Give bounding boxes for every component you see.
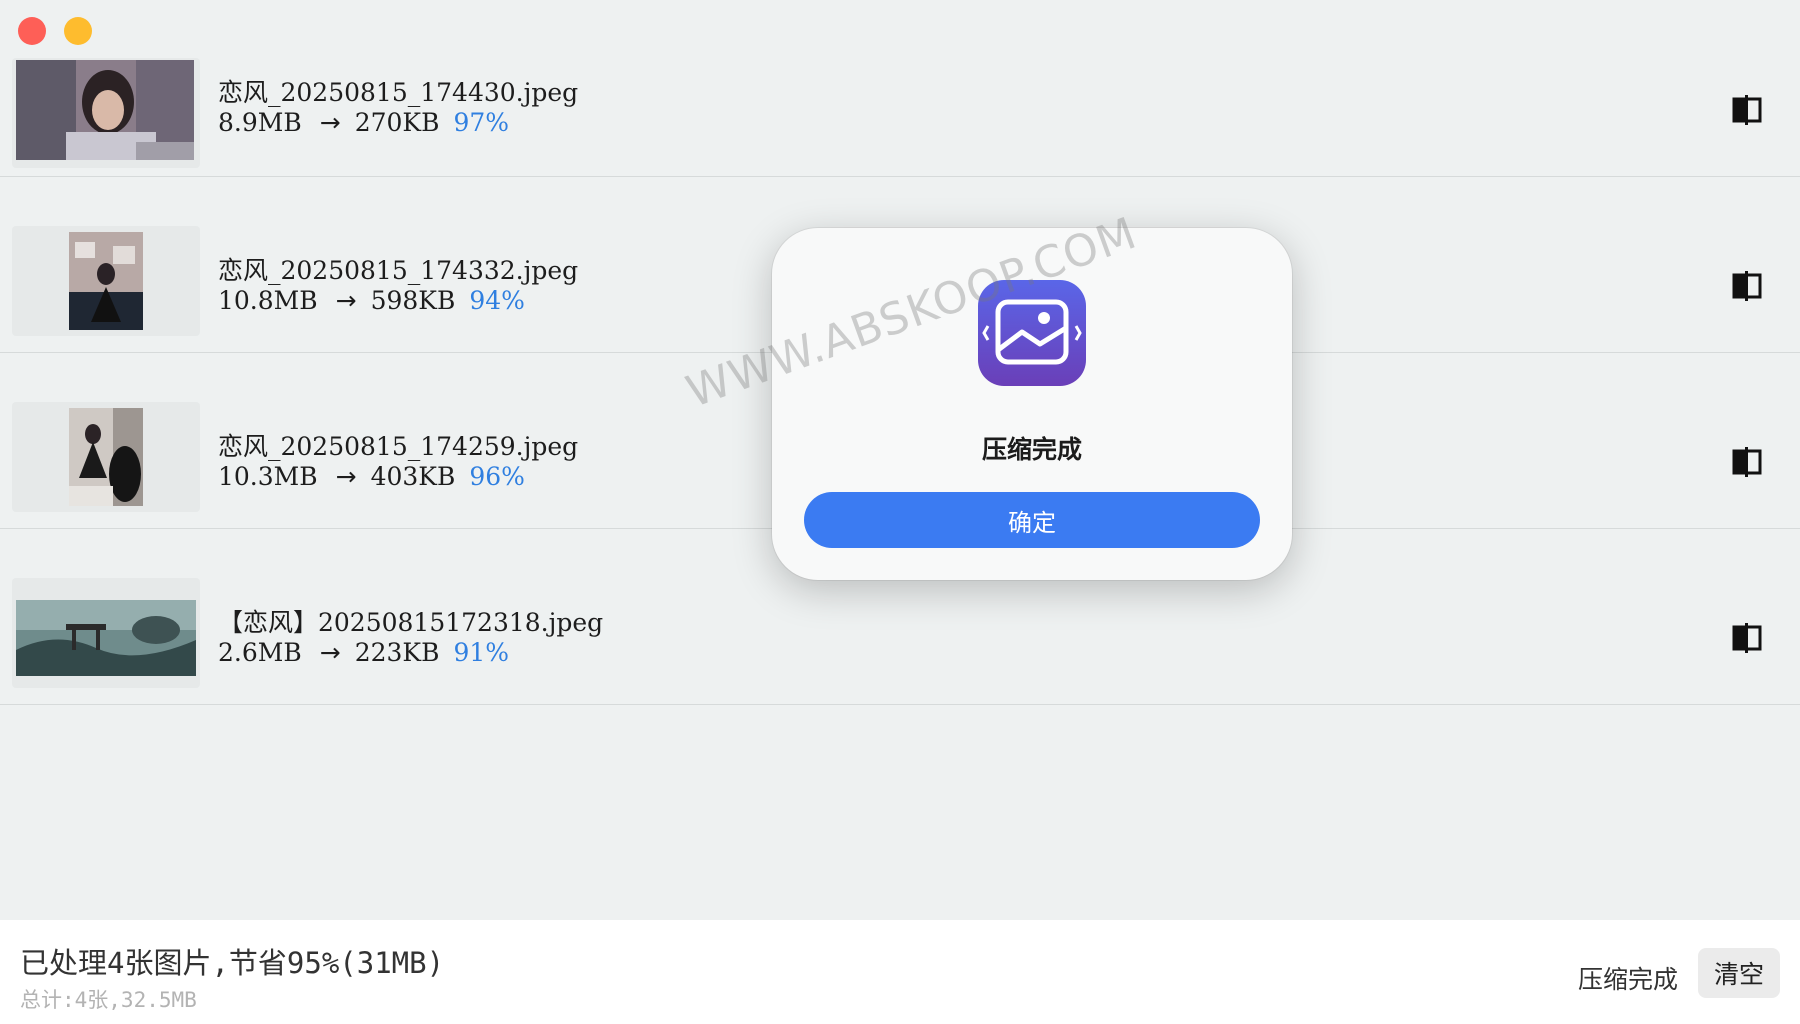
file-info: 【恋风】20250815172318.jpeg 2.6MB → 223KB 91% <box>218 608 603 668</box>
compare-icon[interactable] <box>1732 270 1764 302</box>
file-thumbnail <box>12 226 200 336</box>
status-bar: 已处理4张图片,节省95%(31MB) 总计:4张,32.5MB 压缩完成 清空 <box>0 920 1800 1024</box>
compare-icon[interactable] <box>1732 446 1764 478</box>
file-sizes: 8.9MB → 270KB 97% <box>218 108 578 138</box>
arrow-right-icon: → <box>335 286 357 315</box>
compressed-size: 598KB <box>370 286 456 315</box>
file-sizes: 10.3MB → 403KB 96% <box>218 462 578 492</box>
compressed-size: 223KB <box>354 638 440 667</box>
file-row[interactable]: 恋风_20250815_174430.jpeg 8.9MB → 270KB 97% <box>0 0 1800 177</box>
status-state: 压缩完成 <box>1577 965 1678 994</box>
portrait-room-photo <box>69 232 143 330</box>
arrow-right-icon: → <box>335 462 357 491</box>
portrait-woman-photo <box>16 60 194 160</box>
original-size: 2.6MB <box>218 638 302 667</box>
file-sizes: 2.6MB → 223KB 91% <box>218 638 603 668</box>
file-info: 恋风_20250815_174259.jpeg 10.3MB → 403KB 96% <box>218 432 578 492</box>
file-info: 恋风_20250815_174332.jpeg 10.8MB → 598KB 94% <box>218 256 578 316</box>
original-size: 10.3MB <box>218 462 318 491</box>
compare-icon[interactable] <box>1732 622 1764 654</box>
compressed-size: 270KB <box>354 108 440 137</box>
file-thumbnail <box>12 578 200 688</box>
file-thumbnail <box>12 58 200 168</box>
file-name: 恋风_20250815_174332.jpeg <box>218 256 579 285</box>
file-name: 恋风_20250815_174430.jpeg <box>218 78 579 107</box>
confirm-button[interactable]: 确定 <box>804 492 1260 548</box>
compression-ratio: 94% <box>469 286 525 315</box>
compressed-size: 403KB <box>370 462 456 491</box>
status-summary: 已处理4张图片,节省95%(31MB) <box>20 946 445 980</box>
file-info: 恋风_20250815_174430.jpeg 8.9MB → 270KB 97% <box>218 78 578 138</box>
compression-ratio: 96% <box>469 462 525 491</box>
original-size: 10.8MB <box>218 286 318 315</box>
status-total: 总计:4张,32.5MB <box>20 988 197 1012</box>
compare-icon[interactable] <box>1732 94 1764 126</box>
app-window: 恋风_20250815_174430.jpeg 8.9MB → 270KB 97% <box>0 0 1800 1024</box>
compression-ratio: 97% <box>453 108 510 137</box>
arrow-right-icon: → <box>319 638 341 667</box>
file-sizes: 10.8MB → 598KB 94% <box>218 286 578 316</box>
original-size: 8.9MB <box>218 108 302 137</box>
file-name: 【恋风】20250815172318.jpeg <box>218 608 604 637</box>
compression-ratio: 91% <box>453 638 510 667</box>
dialog-title: 压缩完成 <box>981 435 1082 464</box>
arrow-right-icon: → <box>319 108 341 137</box>
file-thumbnail <box>12 402 200 512</box>
landscape-pavilion-photo <box>16 600 196 676</box>
file-name: 恋风_20250815_174259.jpeg <box>218 432 579 461</box>
clear-button[interactable]: 清空 <box>1698 948 1780 998</box>
portrait-sitting-photo <box>69 408 143 506</box>
